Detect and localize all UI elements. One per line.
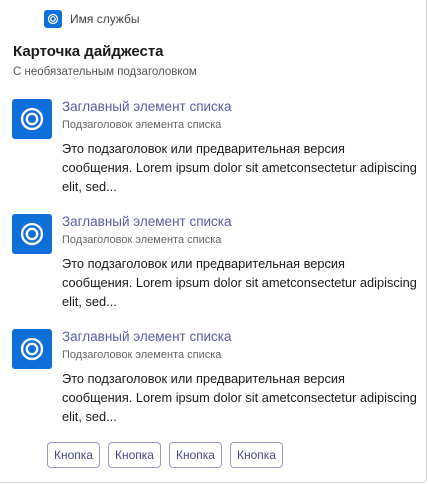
- digest-list: Заглавный элемент списка Подзаголовок эл…: [12, 97, 417, 442]
- service-name: Имя службы: [70, 12, 140, 26]
- service-logo-icon: [44, 10, 62, 28]
- list-item-preview: Это подзаголовок или предварительная вер…: [62, 141, 417, 194]
- list-item-subtitle: Подзаголовок элемента списка: [62, 234, 222, 246]
- digest-card: Имя службы Карточка дайджеста С необязат…: [0, 0, 427, 483]
- action-button-1[interactable]: Кнопка: [47, 442, 100, 468]
- list-item-body: Заглавный элемент списка Подзаголовок эл…: [62, 327, 417, 442]
- action-button-4[interactable]: Кнопка: [229, 442, 283, 468]
- list-item-subtitle: Подзаголовок элемента списка: [62, 349, 222, 361]
- list-item-title[interactable]: Заглавный элемент списка: [62, 328, 417, 346]
- card-title: Карточка дайджеста: [13, 43, 164, 60]
- app-logo-icon: [12, 329, 52, 369]
- action-button-2[interactable]: Кнопка: [107, 442, 161, 468]
- list-item-title[interactable]: Заглавный элемент списка: [62, 98, 417, 116]
- list-item-title[interactable]: Заглавный элемент списка: [62, 213, 417, 231]
- action-bar: Кнопка Кнопка Кнопка Кнопка: [47, 442, 283, 468]
- app-logo-icon: [12, 99, 52, 139]
- list-item-body: Заглавный элемент списка Подзаголовок эл…: [62, 212, 417, 327]
- list-item[interactable]: Заглавный элемент списка Подзаголовок эл…: [12, 97, 417, 212]
- list-item-preview: Это подзаголовок или предварительная вер…: [62, 371, 417, 424]
- card-subtitle: С необязательным подзаголовком: [13, 66, 197, 78]
- list-item-body: Заглавный элемент списка Подзаголовок эл…: [62, 97, 417, 212]
- app-logo-icon: [12, 214, 52, 254]
- list-item-subtitle: Подзаголовок элемента списка: [62, 119, 222, 131]
- list-item[interactable]: Заглавный элемент списка Подзаголовок эл…: [12, 212, 417, 327]
- service-header: Имя службы: [44, 10, 140, 28]
- list-item-preview: Это подзаголовок или предварительная вер…: [62, 256, 417, 309]
- list-item[interactable]: Заглавный элемент списка Подзаголовок эл…: [12, 327, 417, 442]
- action-button-3[interactable]: Кнопка: [168, 442, 222, 468]
